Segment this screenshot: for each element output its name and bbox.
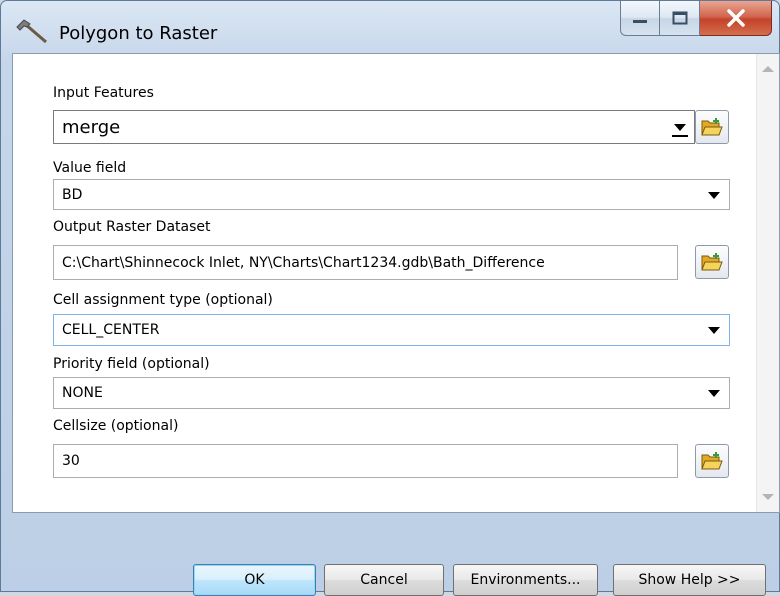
cellsize-value: 30	[62, 453, 80, 469]
close-icon	[726, 9, 745, 27]
cell-assignment-label: Cell assignment type (optional)	[53, 292, 273, 308]
minimize-icon	[633, 20, 647, 23]
chevron-down-icon	[708, 191, 720, 199]
chevron-down-icon[interactable]	[672, 119, 688, 137]
vertical-scrollbar[interactable]	[756, 54, 779, 512]
output-raster-browse-button[interactable]	[695, 245, 729, 279]
dialog-window: Polygon to Raster Input Features merge V…	[0, 0, 780, 596]
cell-assignment-dropdown[interactable]: CELL_CENTER	[53, 314, 730, 346]
value-field-value: BD	[62, 186, 83, 203]
hammer-icon	[15, 18, 49, 44]
cellsize-input[interactable]: 30	[53, 444, 678, 478]
output-raster-input[interactable]: C:\Chart\Shinnecock Inlet, NY\Charts\Cha…	[53, 245, 678, 280]
priority-field-dropdown[interactable]: NONE	[53, 377, 730, 409]
input-features-label: Input Features	[53, 85, 154, 101]
input-features-value: merge	[62, 116, 121, 138]
priority-field-value: NONE	[62, 385, 103, 401]
window-title: Polygon to Raster	[59, 23, 218, 44]
close-button[interactable]	[700, 1, 772, 36]
maximize-icon	[672, 11, 687, 25]
priority-field-label: Priority field (optional)	[53, 356, 210, 372]
folder-open-icon	[701, 253, 723, 271]
environments-button[interactable]: Environments...	[453, 564, 598, 596]
input-features-combobox[interactable]: merge	[53, 110, 695, 144]
minimize-button[interactable]	[620, 1, 660, 36]
chevron-down-icon	[708, 390, 720, 397]
value-field-label: Value field	[53, 160, 127, 176]
folder-open-icon	[701, 118, 723, 136]
scroll-down-icon[interactable]	[762, 494, 774, 500]
cell-assignment-value: CELL_CENTER	[62, 322, 160, 338]
title-bar[interactable]: Polygon to Raster	[1, 1, 779, 53]
parameters-panel: Input Features merge Value field BD Outp…	[12, 53, 780, 513]
output-raster-label: Output Raster Dataset	[53, 219, 211, 235]
caption-buttons	[620, 1, 772, 37]
ok-button[interactable]: OK	[193, 564, 316, 596]
maximize-button[interactable]	[660, 1, 700, 36]
folder-open-icon	[701, 452, 723, 470]
cancel-button[interactable]: Cancel	[324, 564, 444, 596]
output-raster-value: C:\Chart\Shinnecock Inlet, NY\Charts\Cha…	[62, 254, 545, 271]
value-field-dropdown[interactable]: BD	[53, 179, 730, 210]
show-help-button[interactable]: Show Help >>	[613, 564, 766, 596]
cellsize-browse-button[interactable]	[695, 444, 729, 478]
cellsize-label: Cellsize (optional)	[53, 418, 179, 434]
chevron-down-icon	[708, 327, 720, 334]
scroll-up-icon[interactable]	[762, 66, 774, 72]
input-features-browse-button[interactable]	[695, 110, 729, 144]
